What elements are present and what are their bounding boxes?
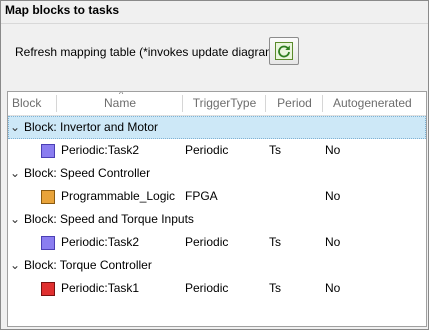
cell-trigger: FPGA: [185, 189, 218, 203]
column-header-block[interactable]: Block: [8, 92, 57, 115]
title-divider: [1, 23, 428, 24]
group-row-speed-and-torque-inputs[interactable]: ⌄ Block: Speed and Torque Inputs: [8, 208, 426, 231]
refresh-button[interactable]: [269, 37, 299, 65]
sort-caret-icon: ^: [119, 91, 124, 99]
group-row-torque-controller[interactable]: ⌄ Block: Torque Controller: [8, 254, 426, 277]
cell-name: Periodic:Task2: [61, 235, 140, 249]
column-header-autogenerated[interactable]: Autogenerated: [323, 92, 426, 115]
cell-trigger: Periodic: [185, 235, 229, 249]
group-row-speed-controller[interactable]: ⌄ Block: Speed Controller: [8, 162, 426, 185]
cell-autogenerated: No: [325, 189, 341, 203]
cell-name: Programmable_Logic: [61, 189, 176, 203]
chevron-down-icon[interactable]: ⌄: [10, 162, 20, 185]
map-blocks-panel: Map blocks to tasks Refresh mapping tabl…: [0, 0, 429, 330]
chevron-down-icon[interactable]: ⌄: [10, 254, 20, 277]
table-header: Block Name ^ TriggerType Period Autogene…: [8, 92, 426, 116]
cell-trigger: Periodic: [185, 281, 229, 295]
cell-period: Ts: [269, 281, 281, 295]
refresh-label: Refresh mapping table (*invokes update d…: [15, 45, 280, 59]
mapping-table[interactable]: Block Name ^ TriggerType Period Autogene…: [7, 91, 427, 327]
cell-autogenerated: No: [325, 235, 341, 249]
cell-name: Periodic:Task1: [61, 281, 140, 295]
group-label: Block: Torque Controller: [24, 258, 152, 272]
cell-trigger: Periodic: [185, 143, 229, 157]
cell-autogenerated: No: [325, 281, 341, 295]
column-header-triggertype[interactable]: TriggerType: [183, 92, 266, 115]
cell-period: Ts: [269, 235, 281, 249]
chevron-down-icon[interactable]: ⌄: [10, 116, 20, 139]
chevron-down-icon[interactable]: ⌄: [10, 208, 20, 231]
table-row[interactable]: Periodic:Task2 Periodic Ts No: [8, 231, 426, 254]
fpga-block-icon: [41, 190, 55, 204]
refresh-icon: [275, 42, 293, 60]
torque-task-icon: [41, 282, 55, 296]
cell-period: Ts: [269, 143, 281, 157]
table-row[interactable]: Periodic:Task2 Periodic Ts No: [8, 139, 426, 162]
table-row[interactable]: Programmable_Logic FPGA No: [8, 185, 426, 208]
column-header-period[interactable]: Period: [266, 92, 323, 115]
panel-title: Map blocks to tasks: [5, 3, 120, 17]
table-row[interactable]: Periodic:Task1 Periodic Ts No: [8, 277, 426, 300]
periodic-task-icon: [41, 144, 55, 158]
cell-name: Periodic:Task2: [61, 143, 140, 157]
group-row-invertor-and-motor[interactable]: ⌄ Block: Invertor and Motor: [8, 116, 426, 139]
periodic-task-icon: [41, 236, 55, 250]
group-label: Block: Invertor and Motor: [24, 120, 159, 134]
group-label: Block: Speed and Torque Inputs: [24, 212, 194, 226]
group-label: Block: Speed Controller: [24, 166, 151, 180]
cell-autogenerated: No: [325, 143, 341, 157]
